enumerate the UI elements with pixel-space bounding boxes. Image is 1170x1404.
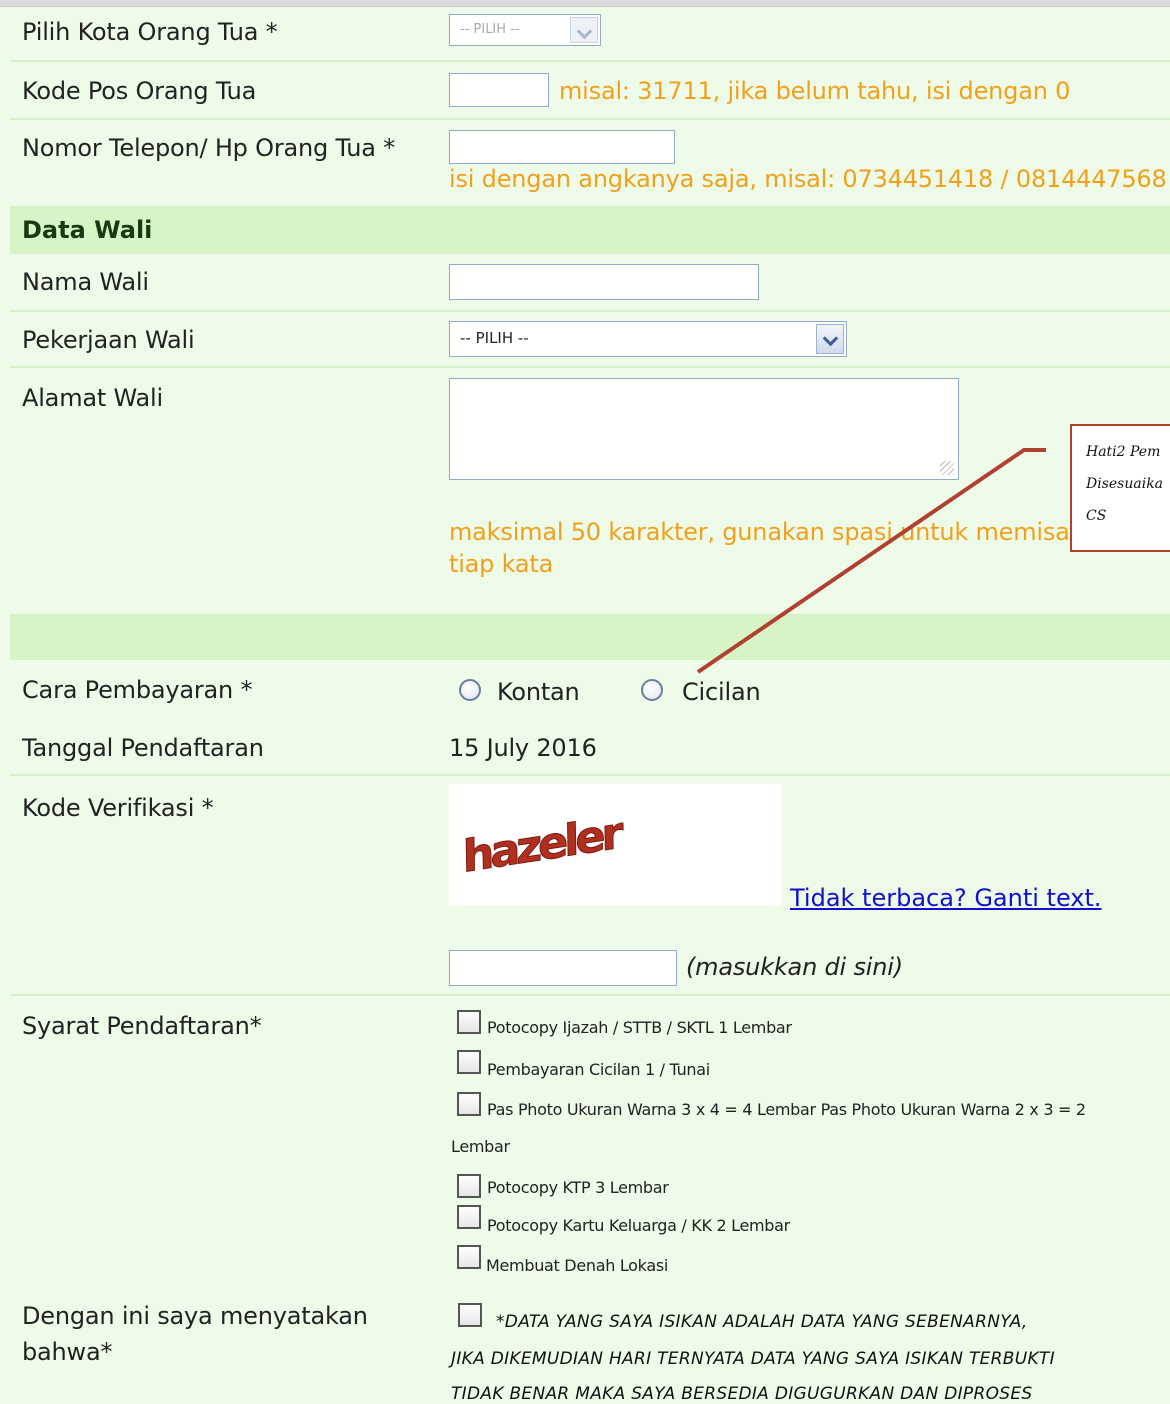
callout-line-3: CS <box>1086 508 1107 524</box>
callout-connector <box>696 448 1046 674</box>
callout-line-1: Hati2 Pem <box>1086 444 1161 460</box>
callout-line <box>696 448 1046 674</box>
callout-line-2: Disesuaika <box>1086 476 1164 492</box>
callout-box: Hati2 Pem Disesuaika CS <box>1070 424 1170 552</box>
